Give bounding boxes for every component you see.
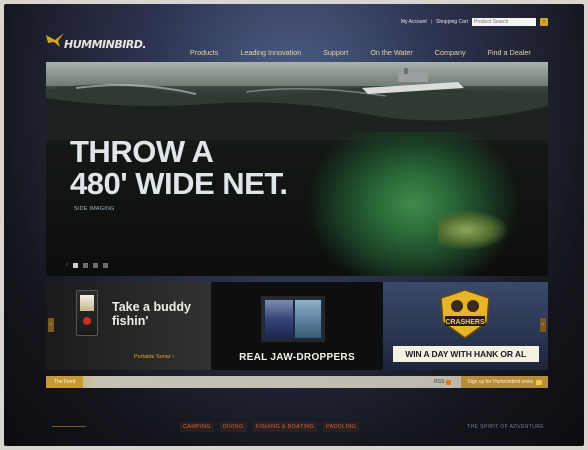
crashers-badge-text: CRASHERS: [445, 319, 485, 326]
nav-support[interactable]: Support: [323, 48, 348, 57]
category-camping[interactable]: CAMPING: [180, 422, 214, 432]
sonar-screen-image: [261, 296, 326, 342]
footer-link-3[interactable]: [341, 400, 354, 405]
promo-crashers[interactable]: CRASHERS WIN A DAY WITH HANK OR AL: [382, 282, 549, 370]
pager-dot-3[interactable]: [93, 262, 98, 268]
hero-banner[interactable]: THROW A 480' WIDE NET. SIDE IMAGING ‹: [46, 62, 548, 276]
pager-dot-2[interactable]: [83, 262, 88, 268]
hero-headline: THROW A 480' WIDE NET.: [70, 134, 288, 201]
rss-icon: [446, 379, 452, 385]
boat-image: [362, 68, 464, 94]
portable-sonar-link[interactable]: Portable Sonar ›: [134, 354, 174, 360]
nav-leading-innovation[interactable]: Leading Innovation: [240, 48, 301, 57]
pager-dot-4[interactable]: [103, 262, 108, 268]
sonar-glow: [308, 132, 518, 276]
pager-dot-1[interactable]: [73, 262, 78, 268]
promo-prev-icon[interactable]: ‹: [48, 318, 54, 332]
screen-right-pane: [295, 300, 322, 338]
device-button: [83, 317, 91, 325]
hero-pager: ‹: [66, 262, 108, 268]
hero-tag-text: SIDE IMAGING: [74, 206, 115, 212]
promo-jaw-droppers[interactable]: REAL JAW-DROPPERS: [213, 282, 381, 370]
fish-image: [438, 210, 508, 250]
rss-label: RSS: [434, 379, 445, 385]
footer-link-2[interactable]: [319, 400, 329, 405]
hummingbird-icon: [44, 31, 66, 51]
crashers-badge-icon: CRASHERS: [439, 289, 490, 339]
category-paddling[interactable]: PADDLING: [323, 422, 360, 432]
footer-small-links: [294, 400, 400, 405]
category-fishing-boating[interactable]: FISHING & BOATING: [252, 422, 318, 432]
category-diving[interactable]: DIVING: [219, 422, 247, 432]
parent-brand-mark[interactable]: [52, 424, 86, 427]
promo-next-icon[interactable]: ›: [540, 318, 546, 332]
spirit-of-adventure: THE SPIRIT OF ADVENTURE: [467, 424, 544, 430]
brand-categories: CAMPING DIVING FISHING & BOATING PADDLIN…: [180, 422, 360, 432]
nav-products[interactable]: Products: [190, 48, 218, 57]
footer-link-1[interactable]: [294, 400, 307, 405]
logo-wordmark: HUMMINBIRD.: [64, 38, 147, 51]
promo-buddy-fishin[interactable]: Take a buddy fishin' Portable Sonar ›: [46, 282, 212, 370]
nav-find-a-dealer[interactable]: Find a Dealer: [488, 48, 531, 57]
win-a-day-label: WIN A DAY WITH HANK OR AL: [392, 346, 539, 362]
utility-separator: |: [430, 19, 433, 25]
my-account-link[interactable]: My Account: [401, 19, 427, 25]
promo-strip: Take a buddy fishin' Portable Sonar › RE…: [46, 282, 549, 370]
screen: My Account | Shopping Cart › HUMMINBIRD.…: [4, 4, 584, 446]
newsletter-signup[interactable]: Sign up for Humminbird news: [461, 376, 548, 388]
arrow-right-icon: [536, 379, 542, 385]
search-go-icon[interactable]: ›: [540, 18, 548, 26]
nav-company[interactable]: Company: [435, 48, 466, 57]
nav-on-the-water[interactable]: On the Water: [370, 48, 412, 57]
utility-bar: My Account | Shopping Cart ›: [401, 18, 548, 26]
footer-link-5[interactable]: [385, 400, 400, 405]
pager-prev-icon[interactable]: ‹: [66, 262, 68, 268]
signup-label: Sign up for Humminbird news: [467, 379, 533, 385]
main-nav: Products Leading Innovation Support On t…: [190, 48, 531, 57]
hero-headline-line2: 480' WIDE NET.: [70, 166, 288, 201]
product-search-input[interactable]: [472, 18, 536, 26]
rss-link[interactable]: RSS: [434, 379, 452, 385]
promo-buddy-headline: Take a buddy fishin': [112, 300, 191, 328]
humminbird-logo[interactable]: HUMMINBIRD.: [44, 30, 147, 51]
the-feed-tab[interactable]: The Feed: [46, 376, 84, 388]
hero-headline-line1: THROW A: [70, 134, 214, 169]
portable-sonar-device-image: [76, 290, 98, 336]
feed-bar: The Feed RSS Sign up for Humminbird news: [46, 376, 548, 388]
brand-underline: [52, 426, 86, 427]
screen-left-pane: [265, 300, 294, 338]
device-screen: [80, 295, 94, 311]
shopping-cart-link[interactable]: Shopping Cart: [436, 19, 468, 25]
wave-image: [46, 84, 548, 140]
footer-link-4[interactable]: [365, 400, 373, 405]
hero-tagline: SIDE IMAGING: [74, 206, 115, 212]
jaw-droppers-label: REAL JAW-DROPPERS: [239, 352, 355, 363]
